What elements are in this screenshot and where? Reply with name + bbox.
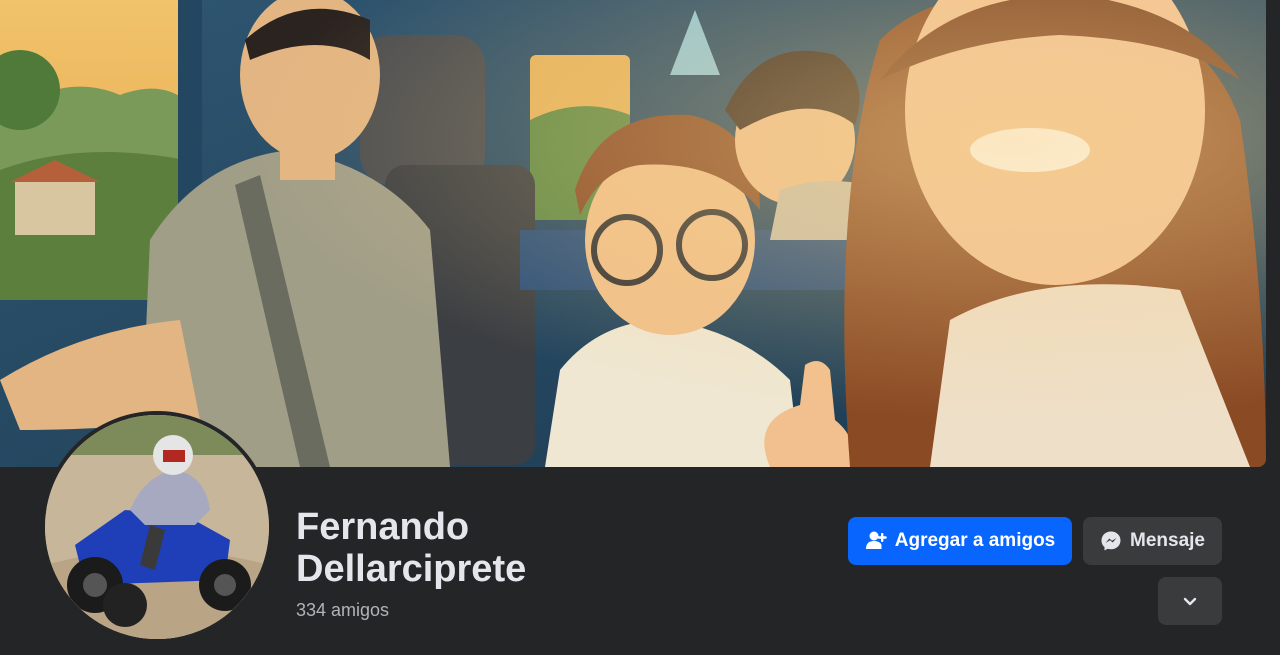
- add-friend-label: Agregar a amigos: [894, 530, 1056, 551]
- profile-name: Fernando Dellarciprete: [296, 506, 696, 590]
- person-add-icon: [865, 530, 887, 552]
- profile-name-first: Fernando: [296, 506, 470, 548]
- profile-name-last: Dellarciprete: [296, 548, 527, 590]
- cover-photo[interactable]: [0, 0, 1266, 467]
- messenger-icon: [1100, 530, 1122, 552]
- friends-count-link[interactable]: 334 amigos: [296, 600, 389, 621]
- chevron-down-icon: [1182, 593, 1198, 609]
- more-options-button[interactable]: [1158, 577, 1222, 625]
- profile-avatar[interactable]: [45, 415, 269, 639]
- add-friend-button[interactable]: Agregar a amigos: [848, 517, 1072, 565]
- message-label: Mensaje: [1130, 530, 1205, 551]
- message-button[interactable]: Mensaje: [1083, 517, 1222, 565]
